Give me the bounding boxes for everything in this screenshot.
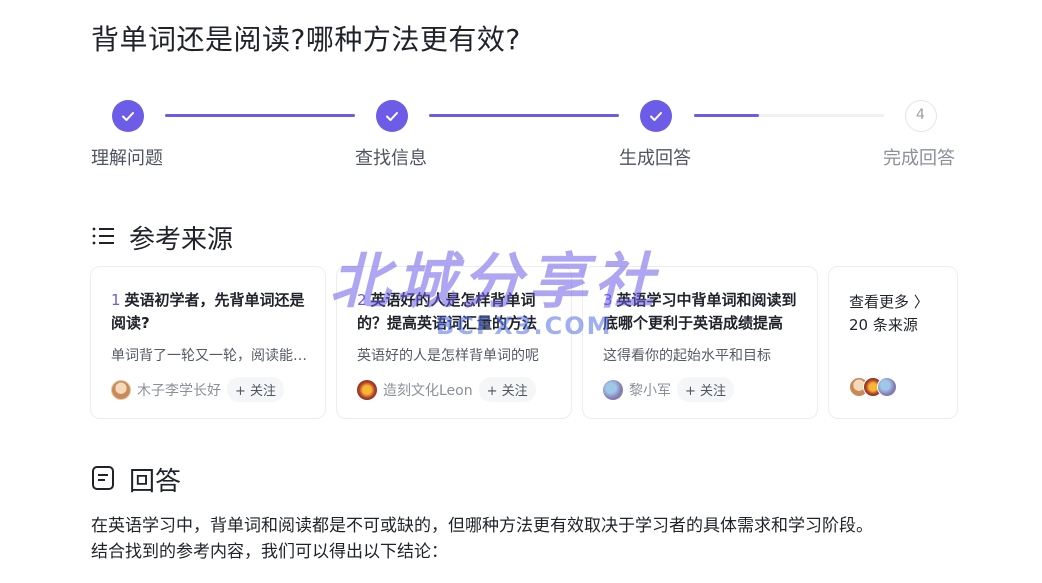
step-4-number: 4 [916,107,925,123]
follow-button[interactable]: + 关注 [478,377,536,402]
source-count: 20 条来源 [849,316,918,334]
answer-line-2: 结合找到的参考内容，我们可以得出以下结论： [91,542,448,562]
document-icon [91,465,115,495]
source-card-3[interactable]: 3 英语学习中背单词和阅读到底哪个更利于英语成绩提高 这得看你的起始水平和目标 黎… [582,266,818,419]
step-connector-3-progress [694,114,759,117]
avatar [603,379,623,400]
view-more-link[interactable]: 查看更多 〉 [849,291,929,312]
source-author: 造刻文化Leon + 关注 [357,377,536,402]
step-2-check-icon [376,100,408,132]
source-author: 木子李学长好 + 关注 [111,377,285,402]
source-title[interactable]: 3 英语学习中背单词和阅读到底哪个更利于英语成绩提高 [603,289,801,335]
source-title-text: 英语学习中背单词和阅读到底哪个更利于英语成绩提高 [603,291,797,332]
source-author: 黎小军 + 关注 [603,377,735,402]
step-1-check-icon [112,100,144,132]
step-label-1: 理解问题 [91,148,163,169]
source-card-1[interactable]: 1英语初学者，先背单词还是阅读? 单词背了一轮又一轮，阅读能力却没有提高 木子李… [90,266,326,419]
answer-heading: 回答 [129,467,182,497]
avatar [877,377,897,397]
sources-header: 参考来源 [91,219,233,256]
source-title[interactable]: 1 英语初学者，先背单词还是阅读? [111,289,309,335]
follow-button[interactable]: + 关注 [677,377,735,402]
avatar [357,379,377,400]
source-snippet: 单词背了一轮又一轮，阅读能力却没有提高 [111,348,311,364]
step-4-indicator: 4 [905,100,937,132]
author-name[interactable]: 木子李学长好 [137,380,221,400]
step-label-2: 查找信息 [355,148,427,169]
source-title-text: 英语好的人是怎样背单词的？提高英语词汇量的方法 [357,291,538,332]
answer-header: 回答 [91,461,181,498]
step-connector-1 [165,114,355,117]
list-icon [91,224,115,252]
source-snippet: 这得看你的起始水平和目标 [603,348,771,364]
source-avatars [849,377,897,397]
source-number: 1 [111,291,121,309]
step-label-4: 完成回答 [883,148,955,169]
answer-line-1: 在英语学习中，背单词和阅读都是不可或缺的，但哪种方法更有效取决于学习者的具体需求… [91,516,873,536]
source-snippet: 英语好的人是怎样背单词的呢 [357,348,539,364]
source-card-2[interactable]: 2 英语好的人是怎样背单词的？提高英语词汇量的方法 英语好的人是怎样背单词的呢 造… [336,266,572,419]
answer-body: 在英语学习中，背单词和阅读都是不可或缺的，但哪种方法更有效取决于学习者的具体需求… [91,513,991,565]
source-title[interactable]: 2 英语好的人是怎样背单词的？提高英语词汇量的方法 [357,289,555,335]
step-connector-2 [429,114,619,117]
source-number: 2 [357,291,367,309]
follow-button[interactable]: + 关注 [227,377,285,402]
page-title: 背单词还是阅读?哪种方法更有效? [91,23,521,56]
step-label-3: 生成回答 [619,148,691,169]
avatar [111,379,131,400]
author-name[interactable]: 造刻文化Leon [383,380,473,400]
author-name[interactable]: 黎小军 [629,380,671,400]
sources-heading: 参考来源 [129,225,234,255]
source-title-text: 英语初学者，先背单词还是阅读? [111,291,305,332]
source-number: 3 [603,291,613,309]
progress-stepper: 4 理解问题 查找信息 生成回答 完成回答 [0,98,1042,178]
more-sources-card[interactable]: 查看更多 〉 20 条来源 [828,266,958,419]
step-3-check-icon [640,100,672,132]
